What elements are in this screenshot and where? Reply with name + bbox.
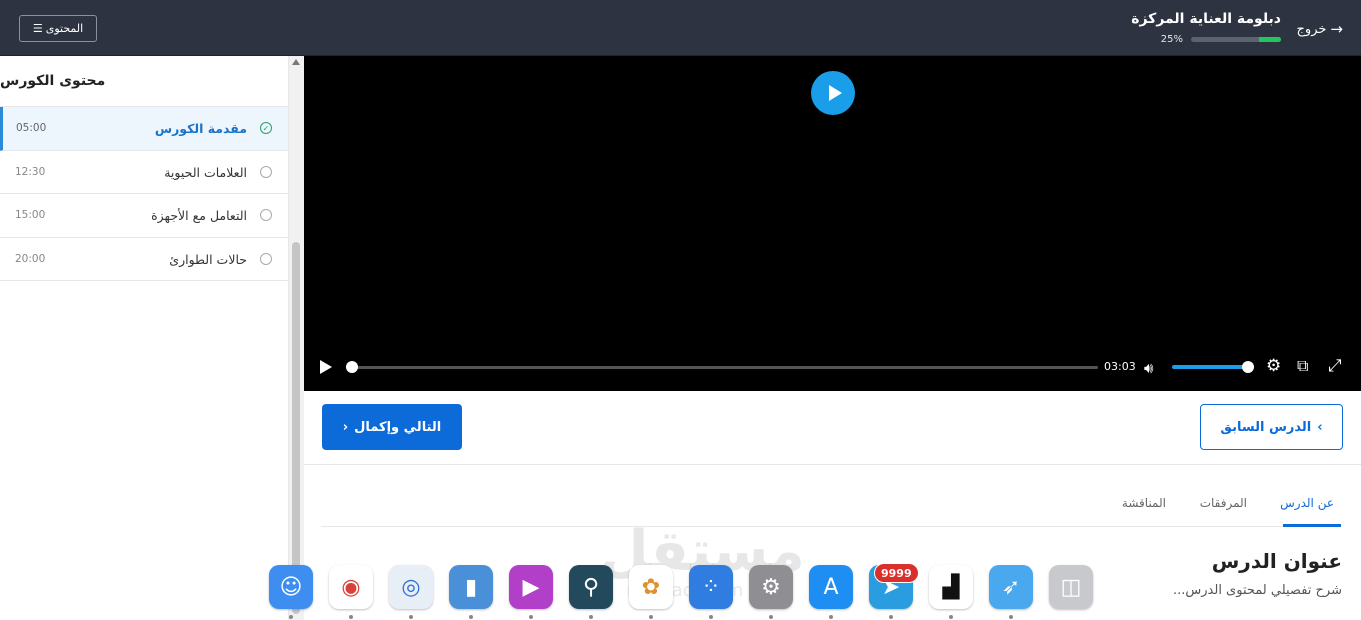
network-radar-icon[interactable]: ◎	[389, 565, 433, 609]
time-display: 03:03	[1104, 360, 1136, 373]
running-indicator	[289, 615, 293, 619]
chevron-left-icon: ‹	[342, 419, 349, 435]
big-play-button[interactable]	[811, 71, 855, 115]
circle-icon	[260, 165, 272, 178]
lesson-item[interactable]: العلامات الحيوية 12:30	[0, 151, 288, 194]
volume-handle[interactable]	[1242, 361, 1254, 373]
lesson-label: التعامل مع الأجهزة	[151, 208, 247, 223]
running-indicator	[769, 615, 773, 619]
lesson-duration: 05:00	[16, 122, 47, 134]
course-sidebar: محتوى الكورس ✓ مقدمة الكورس 05:00 العلامات …	[0, 56, 289, 620]
notes-pin-icon[interactable]: ⚲	[569, 565, 613, 609]
volume-slider[interactable]	[1172, 365, 1248, 369]
exit-link[interactable]: → خروج	[1297, 20, 1343, 38]
photos-icon[interactable]: ✿	[629, 565, 673, 609]
notification-badge: 9999	[874, 563, 919, 583]
play-control-icon[interactable]	[320, 360, 332, 374]
exit-label: خروج	[1296, 21, 1327, 37]
running-indicator	[589, 615, 593, 619]
progress-bar	[1191, 37, 1281, 42]
running-indicator	[1009, 615, 1013, 619]
running-indicator	[829, 615, 833, 619]
tab-about[interactable]: عن الدرس	[1280, 496, 1334, 510]
next-complete-button[interactable]: التالي وإكمال ‹	[322, 404, 462, 450]
settings-gear-icon[interactable]: ⚙	[1266, 356, 1281, 376]
next-label: التالي وإكمال	[354, 419, 442, 435]
arrow-right-icon: →	[1330, 20, 1343, 38]
lesson-label: مقدمة الكورس	[154, 121, 247, 136]
lesson-duration: 12:30	[15, 165, 46, 178]
media-player-icon[interactable]: ▶	[509, 565, 553, 609]
chrome-icon[interactable]: ◉	[329, 565, 373, 609]
system-settings-icon[interactable]: ⚙	[749, 565, 793, 609]
scroll-thumb[interactable]	[292, 242, 300, 614]
scroll-up-arrow-icon[interactable]	[292, 59, 300, 65]
lesson-label: العلامات الحيوية	[164, 164, 247, 180]
lesson-item[interactable]: حالات الطوارئ 20:00	[0, 238, 288, 281]
content-toggle-button[interactable]: المحتوى ☰	[19, 15, 97, 42]
lesson-title: عنوان الدرس	[1211, 549, 1342, 573]
running-indicator	[649, 615, 653, 619]
finder-icon[interactable]: ☺	[269, 565, 313, 609]
course-progress: 25%	[1161, 34, 1281, 45]
content-toggle-label: المحتوى	[45, 22, 84, 35]
progress-percent: 25%	[1160, 34, 1183, 45]
seek-bar[interactable]	[348, 366, 1098, 369]
course-title: دبلومة العناية المركزة	[1131, 11, 1281, 27]
menu-icon: ☰	[32, 22, 43, 35]
seek-handle[interactable]	[346, 361, 358, 373]
sidebar-title: محتوى الكورس	[0, 56, 288, 107]
tab-attachments[interactable]: المرفقات	[1200, 496, 1247, 510]
popout-icon[interactable]: ⧉	[1297, 356, 1308, 376]
video-player[interactable]: 03:03 🔊︎ ⚙ ⧉ ⤢	[304, 56, 1361, 391]
fullscreen-icon[interactable]: ⤢	[1328, 356, 1342, 376]
app-store-icon[interactable]: A	[809, 565, 853, 609]
xcode-dots-icon[interactable]: ⁘	[689, 565, 733, 609]
screenshot-icon[interactable]: ◫	[1049, 565, 1093, 609]
play-icon	[828, 85, 842, 101]
lesson-tabs: عن الدرس المرفقات المناقشة	[321, 490, 1341, 527]
swift-app-icon[interactable]: ➶	[989, 565, 1033, 609]
app-window: → خروج دبلومة العناية المركزة 25% المحتو…	[0, 0, 1361, 620]
stocks-app-icon[interactable]: ▟	[929, 565, 973, 609]
macos-dock: ☺ ◉ ◎ ▮ ▶ ⚲ ✿ ⁘ ⚙ A ➤ ▟ ➶ ◫	[262, 560, 1102, 620]
running-indicator	[889, 615, 893, 619]
running-indicator	[949, 615, 953, 619]
running-indicator	[469, 615, 473, 619]
lesson-item[interactable]: التعامل مع الأجهزة 15:00	[0, 194, 288, 238]
lesson-description: شرح تفصيلي لمحتوى الدرس...	[1172, 583, 1342, 598]
chevron-right-icon: ›	[1317, 419, 1323, 435]
circle-icon	[260, 209, 272, 221]
volume-icon[interactable]: 🔊︎	[1144, 359, 1153, 377]
running-indicator	[349, 615, 353, 619]
lesson-duration: 15:00	[15, 209, 46, 221]
lesson-list: ✓ مقدمة الكورس 05:00 العلامات الحيوية 12:30 ا…	[0, 107, 288, 281]
lesson-duration: 20:00	[15, 252, 46, 265]
check-circle-icon: ✓	[260, 122, 272, 134]
prev-label: الدرس السابق	[1220, 419, 1312, 435]
divider	[304, 464, 1361, 465]
lesson-label: حالات الطوارئ	[169, 251, 247, 267]
player-controls: 03:03 🔊︎ ⚙ ⧉ ⤢	[304, 353, 1361, 381]
sidebar-scrollbar[interactable]	[289, 56, 304, 620]
top-bar: → خروج دبلومة العناية المركزة 25% المحتو…	[0, 0, 1361, 56]
active-tab-indicator	[1283, 524, 1341, 527]
tab-discussion[interactable]: المناقشة	[1122, 496, 1166, 510]
circle-icon	[260, 252, 272, 265]
running-indicator	[409, 615, 413, 619]
running-indicator	[529, 615, 533, 619]
running-indicator	[709, 615, 713, 619]
previous-lesson-button[interactable]: › الدرس السابق	[1200, 404, 1343, 450]
lesson-item[interactable]: ✓ مقدمة الكورس 05:00	[0, 107, 288, 151]
progress-fill	[1258, 37, 1281, 42]
bookmarks-icon[interactable]: ▮	[449, 565, 493, 609]
